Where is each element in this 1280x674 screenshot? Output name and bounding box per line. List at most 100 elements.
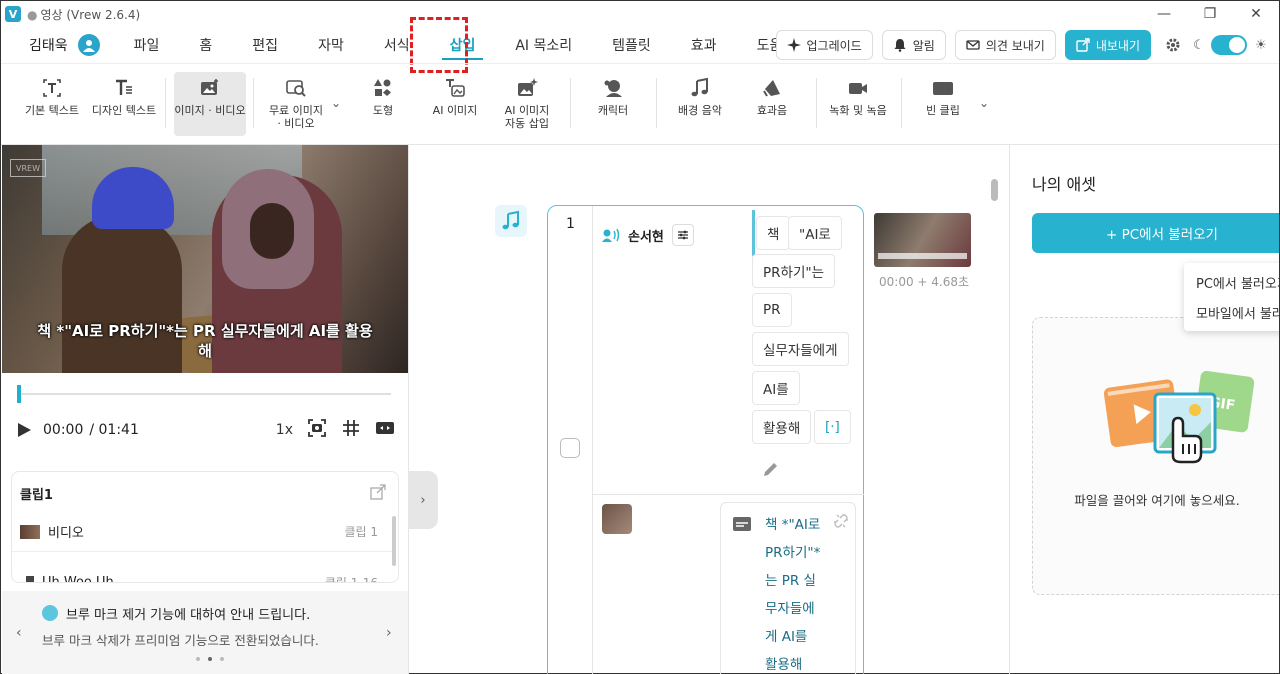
assets-panel: 나의 애셋 + PC에서 불러오기 GIF 파일을 끌어와 여기에 놓으세요. …	[1009, 145, 1279, 674]
speaker-settings-button[interactable]	[671, 224, 694, 246]
toolbar-divider	[901, 78, 902, 128]
notice-next-button[interactable]: ›	[386, 625, 392, 641]
video-preview[interactable]: VREW 책 *"AI로 PR하기"*는 PR 실무자들에게 AI를 활용 해	[2, 145, 408, 373]
pencil-icon[interactable]	[762, 460, 780, 478]
menu-item-upload-mobile[interactable]: 모바일에서 불러오기	[1196, 303, 1279, 322]
word-chip[interactable]: 책	[756, 216, 791, 250]
list-item[interactable]: Uh Woo Uh 클립 1-16	[12, 562, 392, 582]
tool-ai-auto-insert[interactable]: AI 이미지 자동 삽입	[495, 72, 559, 136]
tool-character[interactable]: 캐릭터	[585, 72, 641, 136]
speaker[interactable]: 손서현	[602, 224, 694, 246]
page-dot[interactable]	[196, 657, 200, 661]
menu-insert[interactable]: 삽입	[441, 27, 484, 63]
empty-clip-icon	[933, 82, 953, 95]
current-time: 00:00	[43, 422, 84, 438]
clip-panel-scrollbar[interactable]	[392, 516, 396, 566]
clip-row-label: 비디오	[48, 526, 84, 541]
clip-title: 클립1	[20, 488, 53, 503]
page-dot[interactable]	[220, 657, 224, 661]
word-chip[interactable]: PR하기"는	[752, 254, 835, 288]
silence-chip[interactable]: [·]	[814, 410, 851, 444]
drop-zone[interactable]: GIF 파일을 끌어와 여기에 놓으세요.	[1032, 317, 1279, 595]
tool-ai-image[interactable]: AI 이미지	[425, 72, 485, 136]
screenshot-button[interactable]	[307, 418, 327, 442]
minimize-button[interactable]: —	[1141, 1, 1187, 27]
grid-icon	[343, 420, 359, 436]
word-chip[interactable]: 실무자들에게	[752, 332, 849, 366]
progress-handle[interactable]	[17, 385, 21, 403]
menu-bar: 김태욱 파일 홈 편집 자막 서식 삽입 AI 목소리 템플릿 효과 도움말 업…	[1, 27, 1279, 63]
close-button[interactable]: ✕	[1233, 1, 1279, 27]
notice-prev-button[interactable]: ‹	[16, 625, 22, 641]
menu-effects[interactable]: 효과	[687, 27, 721, 63]
tool-sfx[interactable]: 효과음	[745, 72, 799, 136]
subtitle-line[interactable]: 무자들에	[765, 597, 815, 617]
feedback-button[interactable]: 의견 보내기	[954, 30, 1056, 60]
subtitle-line[interactable]: PR하기"*	[765, 541, 820, 561]
notice-banner: ‹ 브루 마크 제거 기능에 대하여 안내 드립니다. 브루 마크 삭제가 프리…	[2, 591, 408, 674]
unlink-icon[interactable]	[833, 513, 849, 529]
subtitle-line[interactable]: 활용해	[765, 653, 802, 673]
subtitle-line[interactable]: 책 *"AI로	[765, 513, 820, 533]
menu-file[interactable]: 파일	[130, 27, 164, 63]
tool-record[interactable]: 녹화 및 녹음	[827, 72, 889, 136]
tool-image-video[interactable]: 이미지 · 비디오	[174, 72, 246, 136]
cursor-bar	[752, 210, 755, 256]
list-item[interactable]: 비디오 클립 1	[12, 512, 392, 552]
music-note-icon[interactable]	[495, 205, 527, 237]
music-note-icon	[691, 77, 708, 97]
feedback-label: 의견 보내기	[985, 38, 1045, 53]
upgrade-button[interactable]: 업그레이드	[775, 30, 873, 60]
notice-title[interactable]: 브루 마크 제거 기능에 대하여 안내 드립니다.	[66, 604, 310, 623]
subtitle-line-2: 해	[198, 342, 212, 360]
clip-checkbox[interactable]	[560, 438, 580, 458]
chevron-down-icon[interactable]: ⌄	[331, 96, 341, 110]
media-illustration-icon: GIF	[1103, 370, 1255, 464]
menu-template[interactable]: 템플릿	[608, 27, 655, 63]
tool-empty-clip[interactable]: 빈 클립	[917, 72, 969, 136]
export-button[interactable]: 내보내기	[1064, 30, 1151, 60]
playback-progress[interactable]	[17, 385, 391, 403]
subtitle-box[interactable]: 책 *"AI로 PR하기"* 는 PR 실 무자들에 게 AI를 활용해	[720, 502, 856, 674]
menu-format[interactable]: 서식	[380, 27, 414, 63]
clip-thumbnail[interactable]	[874, 213, 971, 267]
word-chip[interactable]: PR	[752, 293, 792, 327]
menu-items: 파일 홈 편집 자막 서식 삽입 AI 목소리 템플릿 효과 도움말	[114, 27, 816, 63]
avatar[interactable]	[77, 34, 100, 56]
play-icon[interactable]	[15, 421, 33, 439]
speed-button[interactable]: 1x	[276, 422, 293, 438]
tool-design-text[interactable]: 디자인 텍스트	[89, 72, 159, 136]
word-chip[interactable]: 활용해	[752, 410, 812, 444]
tool-shape[interactable]: 도형	[357, 72, 409, 136]
settings-button[interactable]	[1161, 33, 1185, 57]
window-titlebar: V ● 영상 (Vrew 2.6.4) — ❐ ✕	[1, 1, 1279, 27]
speaker-name: 손서현	[628, 229, 664, 245]
user-profile[interactable]: 김태욱	[29, 34, 100, 56]
menu-home[interactable]: 홈	[195, 27, 216, 63]
editor-scrollbar[interactable]	[991, 179, 998, 201]
tool-bgm[interactable]: 배경 음악	[669, 72, 731, 136]
page-dot[interactable]	[208, 657, 212, 661]
aspect-button[interactable]	[375, 418, 395, 442]
subtitle-line[interactable]: 게 AI를	[765, 625, 807, 645]
grid-button[interactable]	[341, 418, 361, 442]
menu-edit[interactable]: 편집	[248, 27, 282, 63]
subtitle-line[interactable]: 는 PR 실	[765, 569, 816, 589]
word-chip[interactable]: AI를	[752, 371, 800, 405]
tool-free-image[interactable]: 무료 이미지 · 비디오	[263, 72, 329, 136]
tool-basic-text[interactable]: 기본 텍스트	[17, 72, 87, 136]
clip-card[interactable]: 1 손서현 책 "AI로 PR하기"는 PR 실무자들에게 AI를 활용해 [·…	[547, 205, 864, 674]
upload-from-pc-button[interactable]: + PC에서 불러오기	[1032, 213, 1279, 253]
alarm-button[interactable]: 알림	[881, 30, 946, 60]
chevron-down-icon[interactable]: ⌄	[979, 96, 989, 110]
word-chip[interactable]: "AI로	[788, 216, 842, 250]
theme-toggle[interactable]	[1211, 35, 1247, 55]
shapes-icon	[374, 79, 391, 96]
user-icon	[82, 40, 95, 52]
app-logo: V	[5, 6, 21, 22]
maximize-button[interactable]: ❐	[1187, 1, 1233, 27]
open-external-icon[interactable]	[370, 484, 386, 500]
menu-ai-voice[interactable]: AI 목소리	[511, 27, 576, 63]
menu-subtitle[interactable]: 자막	[314, 27, 348, 63]
menu-item-upload-pc[interactable]: PC에서 불러오기	[1196, 273, 1279, 292]
